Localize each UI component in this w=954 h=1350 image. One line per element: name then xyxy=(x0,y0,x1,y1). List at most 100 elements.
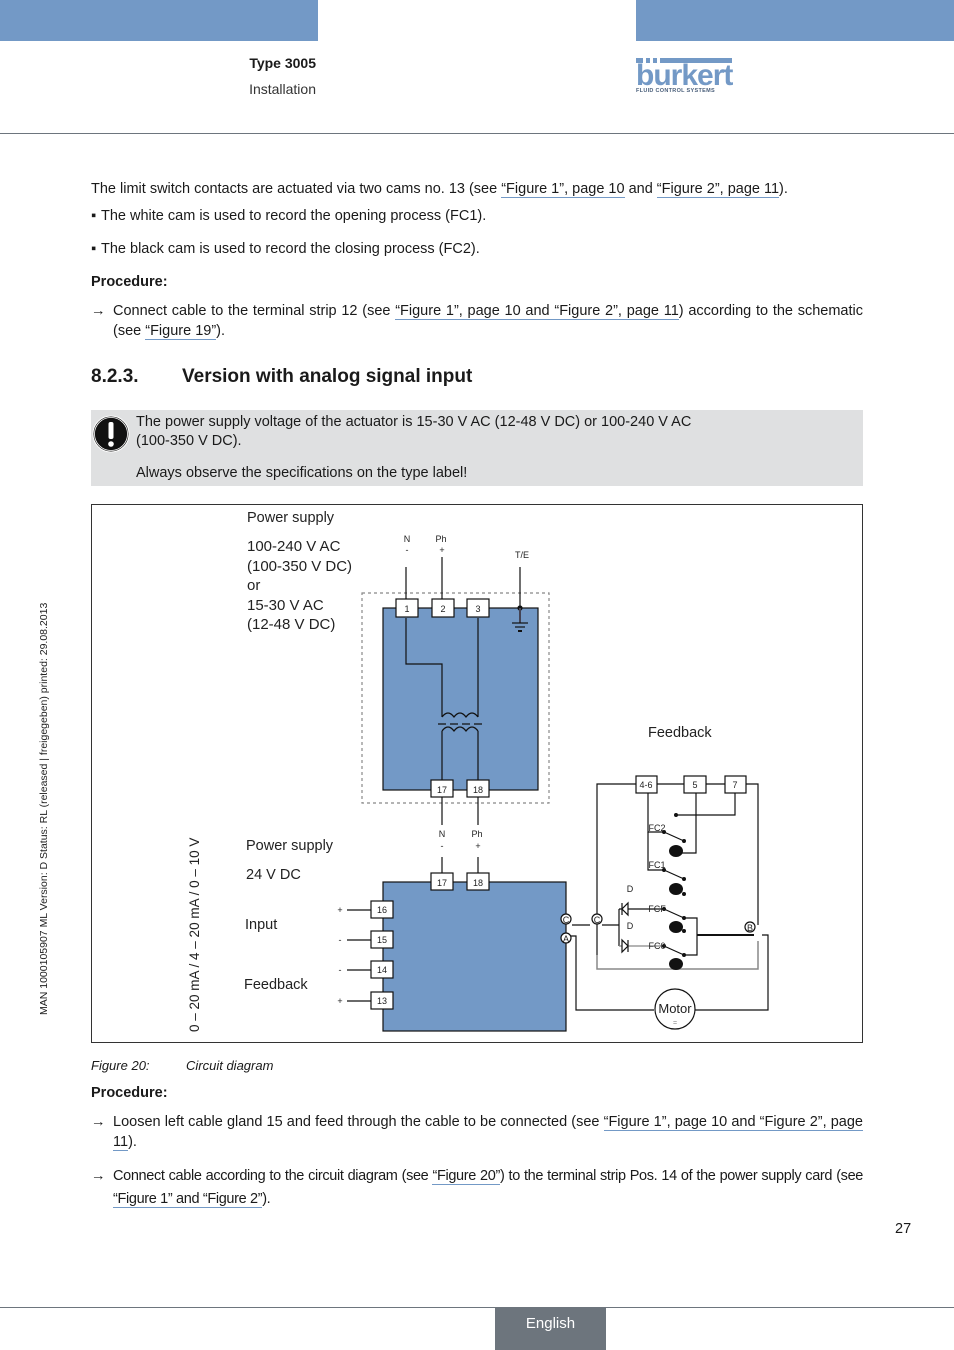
terminal-label: 5 xyxy=(692,780,697,790)
exclamation-icon xyxy=(92,415,130,453)
circuit-diagram: 1 2 3 17 18 17 18 16 15 14 13 + - - + 4-… xyxy=(91,504,863,1043)
procedure-heading: Procedure: xyxy=(91,1085,168,1101)
footer-divider xyxy=(0,1307,954,1308)
terminal-label: 3 xyxy=(475,604,480,614)
bullet-text: The black cam is used to record the clos… xyxy=(101,241,480,257)
note-line: The power supply voltage of the actuator… xyxy=(136,414,692,430)
procedure-step: → Connect cable according to the circuit… xyxy=(91,1165,863,1211)
terminal-label: 15 xyxy=(377,935,387,945)
procedure-step: → Loosen left cable gland 15 and feed th… xyxy=(91,1112,864,1152)
header-band-left xyxy=(0,0,318,41)
chapter-name: Installation xyxy=(249,81,316,97)
voltage-line: (12-48 V DC) xyxy=(247,616,336,633)
wire-feedback xyxy=(746,783,759,925)
terminal-label: 17 xyxy=(437,878,447,888)
step-text: ) to the terminal strip Pos. 14 of the p… xyxy=(499,1168,863,1184)
voltage-line: or xyxy=(247,577,261,594)
switch-fcf xyxy=(663,908,685,919)
section-number: 8.2.3. xyxy=(91,366,139,387)
terminal-label: 7 xyxy=(732,780,737,790)
wire-label: - xyxy=(406,545,409,555)
switch-label: FC1 xyxy=(648,860,665,870)
control-unit-box xyxy=(382,881,567,1032)
voltage-line: 100-240 V AC xyxy=(247,538,341,555)
wire-label: + xyxy=(475,841,480,851)
arrow-icon: → xyxy=(91,1168,106,1184)
switch-fc2 xyxy=(663,831,685,842)
intro-text: and xyxy=(624,181,657,197)
feedback-label-left: Feedback xyxy=(244,977,308,993)
cam-icon xyxy=(669,845,683,857)
intro-paragraph: The limit switch contacts are actuated v… xyxy=(91,180,788,199)
document-metadata: MAN 1000105907 ML Version: D Status: RL … xyxy=(38,602,50,1015)
node-label: B xyxy=(747,923,753,933)
cam-icon xyxy=(669,921,683,933)
link-figure-1-2[interactable]: “Figure 1”, page 10 and “Figure 2”, page… xyxy=(395,303,679,320)
wire-label: - xyxy=(441,841,444,851)
node-label: A xyxy=(563,934,569,944)
intro-text: The limit switch contacts are actuated v… xyxy=(91,181,502,197)
wire-label: Ph xyxy=(471,829,482,839)
link-figure-20[interactable]: “Figure 20” xyxy=(432,1168,500,1185)
cam-icon xyxy=(669,958,683,970)
terminal-label: 18 xyxy=(473,878,483,888)
cam-icon xyxy=(669,883,683,895)
terminal-label: 17 xyxy=(437,785,447,795)
circuit-diagram-svg: 1 2 3 17 18 17 18 16 15 14 13 + - - + 4-… xyxy=(337,534,769,1032)
power-supply-24v-value: 24 V DC xyxy=(246,867,301,883)
terminal-label: 16 xyxy=(377,905,387,915)
warning-note: The power supply voltage of the actuator… xyxy=(91,410,863,486)
bullet-item: ▪ The black cam is used to record the clo… xyxy=(91,241,480,257)
document-type: Type 3005 xyxy=(249,55,316,71)
power-supply-label: Power supply xyxy=(247,510,335,526)
link-figure-19[interactable]: “Figure 19” xyxy=(145,323,217,340)
wire-motor-a xyxy=(570,935,654,1011)
step-text: ). xyxy=(262,1191,271,1207)
power-supply-24v-label: Power supply xyxy=(246,838,334,854)
note-line: (100-350 V DC). xyxy=(136,433,242,449)
step-text: Connect cable according to the circuit d… xyxy=(113,1168,433,1184)
figure-title: Circuit diagram xyxy=(186,1058,274,1073)
diode-icon xyxy=(621,901,629,917)
header-divider xyxy=(0,133,954,134)
diode-label: D xyxy=(627,921,634,931)
switch-label: FC0 xyxy=(648,941,665,951)
figure-number: Figure 20: xyxy=(91,1058,150,1073)
link-figure-2[interactable]: “Figure 2”, page 11 xyxy=(656,181,780,198)
step-text: ). xyxy=(216,323,226,339)
wire-label: N xyxy=(404,534,411,544)
note-line: Always observe the specifications on the… xyxy=(136,465,468,481)
arrow-icon: → xyxy=(91,1114,106,1130)
node-label: C xyxy=(594,915,601,925)
terminal-sign: - xyxy=(339,935,342,945)
arrow-icon: → xyxy=(91,303,106,319)
link-figure-1[interactable]: “Figure 1”, page 10 xyxy=(501,181,625,198)
switch-label: FCF xyxy=(648,904,666,914)
wire-label: + xyxy=(439,545,444,555)
logo-word: burkert xyxy=(636,59,733,92)
figure-caption: Figure 20: Circuit diagram xyxy=(91,1058,273,1073)
wire-7 xyxy=(676,792,736,816)
procedure-heading: Procedure: xyxy=(91,274,168,290)
terminal-label: 14 xyxy=(377,965,387,975)
wire-motor-b xyxy=(682,934,769,1011)
section-title: Version with analog signal input xyxy=(182,366,473,387)
section-heading: 8.2.3. Version with analog signal input xyxy=(91,366,472,388)
terminal-sign: + xyxy=(337,996,342,1006)
language-tab: English xyxy=(495,1307,606,1350)
terminal-sign: - xyxy=(339,965,342,975)
page-number: 27 xyxy=(895,1221,912,1237)
switch-fc0 xyxy=(663,945,685,956)
wire-fcf-fc0 xyxy=(684,917,698,956)
signal-range-label: 0 – 20 mA / 4 – 20 mA / 0 – 10 V xyxy=(187,837,202,1032)
terminal-label: 13 xyxy=(377,996,387,1006)
motor-label: Motor xyxy=(658,1001,692,1016)
step-text: ). xyxy=(128,1134,137,1150)
wire-label: N xyxy=(439,829,446,839)
diode-label: D xyxy=(627,884,634,894)
switch-label: FC2 xyxy=(648,823,665,833)
link-figure-1-and-2[interactable]: “Figure 1” and “Figure 2” xyxy=(113,1191,263,1208)
intro-text: ). xyxy=(779,181,788,197)
step-text: Connect cable to the terminal strip 12 (… xyxy=(113,303,396,319)
terminal-label: 18 xyxy=(473,785,483,795)
